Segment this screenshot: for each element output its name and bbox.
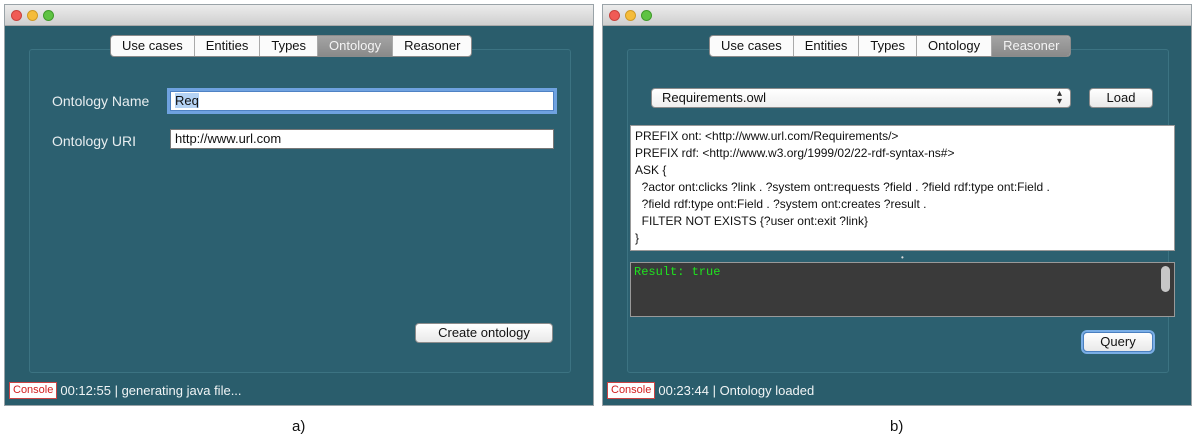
zoom-window-icon[interactable]	[641, 10, 652, 21]
result-console: Result: true	[630, 262, 1175, 317]
close-window-icon[interactable]	[609, 10, 620, 21]
result-text: Result: true	[634, 265, 721, 279]
query-line: PREFIX rdf: <http://www.w3.org/1999/02/2…	[635, 146, 955, 160]
ontology-window: Use cases Entities Types Ontology Reason…	[4, 4, 594, 406]
tab-reasoner[interactable]: Reasoner	[393, 36, 471, 56]
close-window-icon[interactable]	[11, 10, 22, 21]
ontology-file-value: Requirements.owl	[662, 90, 767, 105]
reasoner-window: Use cases Entities Types Ontology Reason…	[602, 4, 1192, 406]
tab-bar: Use cases Entities Types Ontology Reason…	[110, 35, 473, 57]
title-bar	[5, 5, 593, 26]
tab-ontology[interactable]: Ontology	[917, 36, 993, 56]
tab-use-cases[interactable]: Use cases	[710, 36, 794, 56]
status-text: 00:23:44 | Ontology loaded	[658, 383, 815, 398]
console-button[interactable]: Console	[9, 382, 58, 399]
select-arrows-icon: ▴ ▾	[1056, 88, 1062, 107]
zoom-window-icon[interactable]	[43, 10, 54, 21]
status-bar: Console 00:12:55 | generating java file.…	[9, 382, 242, 399]
tab-bar: Use cases Entities Types Ontology Reason…	[709, 35, 1072, 57]
status-bar: Console 00:23:44 | Ontology loaded	[607, 382, 814, 399]
tab-types[interactable]: Types	[260, 36, 319, 56]
title-bar	[603, 5, 1191, 26]
query-line: PREFIX ont: <http://www.url.com/Requirem…	[635, 129, 899, 143]
query-line: FILTER NOT EXISTS {?user ont:exit ?link}	[635, 214, 868, 228]
ontology-uri-field[interactable]: http://www.url.com	[170, 129, 554, 149]
query-button[interactable]: Query	[1083, 332, 1153, 352]
query-line: }	[635, 231, 640, 245]
ontology-name-value: Req	[175, 93, 199, 108]
load-button[interactable]: Load	[1089, 88, 1153, 108]
ontology-file-select[interactable]: Requirements.owl ▴ ▾	[651, 88, 1071, 108]
caption-b: b)	[890, 418, 904, 435]
tab-entities[interactable]: Entities	[794, 36, 860, 56]
query-line: ?actor ont:clicks ?link . ?system ont:re…	[635, 180, 1050, 194]
tab-types[interactable]: Types	[859, 36, 918, 56]
tab-entities[interactable]: Entities	[195, 36, 261, 56]
minimize-window-icon[interactable]	[27, 10, 38, 21]
tab-reasoner[interactable]: Reasoner	[992, 36, 1071, 56]
ontology-uri-label: Ontology URI	[52, 133, 137, 149]
ontology-name-label: Ontology Name	[52, 93, 150, 109]
ontology-name-field[interactable]: Req	[170, 91, 554, 111]
query-line: ASK {	[635, 163, 667, 177]
tab-ontology[interactable]: Ontology	[318, 36, 394, 56]
caption-a: a)	[292, 418, 306, 435]
console-button[interactable]: Console	[607, 382, 656, 399]
query-editor[interactable]: PREFIX ont: <http://www.url.com/Requirem…	[630, 125, 1175, 251]
create-ontology-button[interactable]: Create ontology	[415, 323, 553, 343]
minimize-window-icon[interactable]	[625, 10, 636, 21]
status-text: 00:12:55 | generating java file...	[60, 383, 242, 398]
query-line: ?field rdf:type ont:Field . ?system ont:…	[635, 197, 927, 211]
tab-use-cases[interactable]: Use cases	[111, 36, 195, 56]
split-divider-handle[interactable]: •	[901, 253, 904, 262]
result-scrollbar[interactable]	[1161, 266, 1170, 292]
